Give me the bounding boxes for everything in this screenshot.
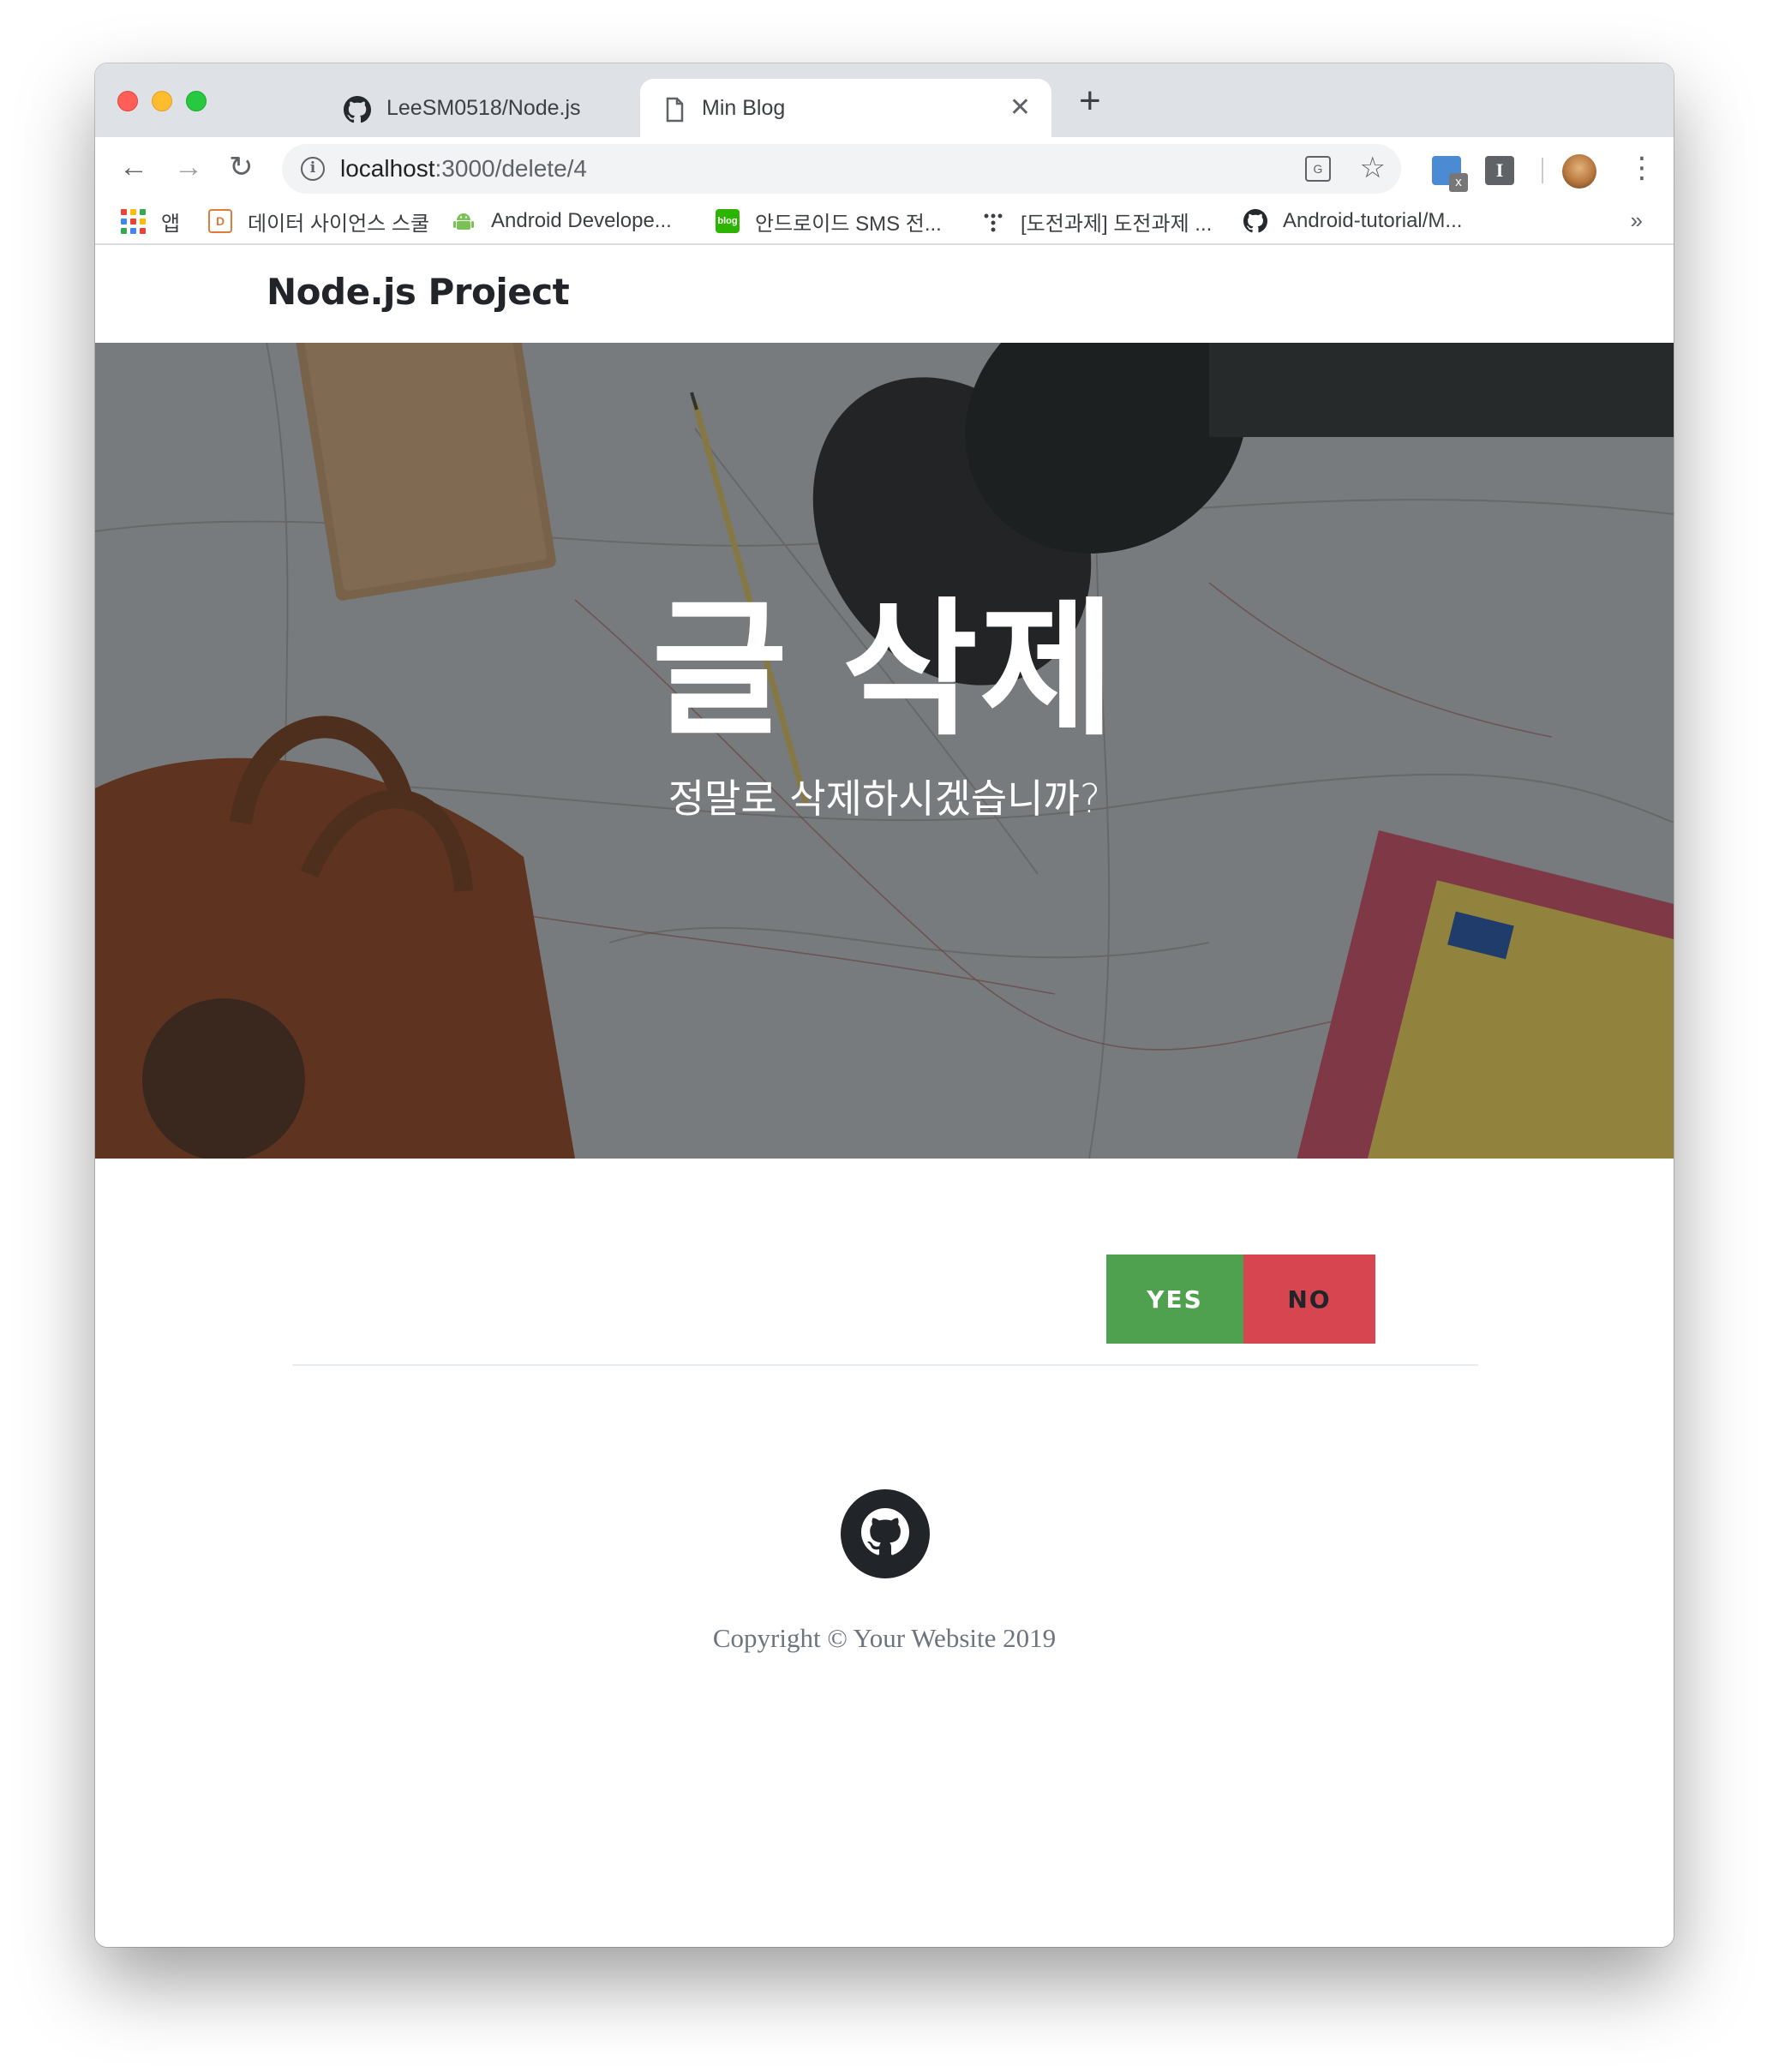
bookmark-label: Android-tutorial/M... [1283,209,1463,232]
instapaper-extension-icon[interactable]: I [1485,156,1514,185]
bookmark-label: 안드로이드 SMS 전... [755,212,942,236]
bookmark-label: Android Develope... [491,209,672,232]
confirm-button-group: YES NO [1106,1255,1375,1344]
bookmark-datascienceschool[interactable]: D 데이터 사이언스 스쿨 [208,207,430,236]
tab-title: Min Blog [702,96,786,120]
bookmark-star-icon[interactable]: ☆ [1360,151,1386,185]
address-bar[interactable]: i localhost:3000/delete/4 G ☆ [282,144,1401,194]
menu-icon[interactable]: ⋮ [1627,151,1656,185]
url-text[interactable]: localhost:3000/delete/4 [340,155,587,183]
screenshot-extension-icon[interactable]: x [1432,156,1468,192]
reload-button[interactable]: ↻ [229,153,254,182]
yes-button[interactable]: YES [1106,1255,1243,1344]
extension-badge: x [1449,173,1468,192]
no-button[interactable]: NO [1243,1255,1375,1344]
bookmark-android-sms[interactable]: blog 안드로이드 SMS 전... [716,207,942,236]
bookmark-android-tutorial[interactable]: Android-tutorial/M... [1243,207,1462,235]
site-navbar: Node.js Project [95,245,1674,343]
footer-copyright: Copyright © Your Website 2019 [712,1623,1057,1653]
bookmark-challenge[interactable]: [도전과제] 도전과제 ... [981,207,1213,236]
maximize-window-button[interactable] [186,91,207,111]
hero-header: 글 삭제 정말로 삭제하시겠습니까? [95,343,1674,1159]
github-icon [1243,209,1267,233]
site-info-icon[interactable]: i [301,157,325,181]
github-icon [344,96,371,123]
web-page: Node.js Project 글 삭제 정말로 삭제하시겠습니까? YES N… [95,245,1674,1947]
minimize-window-button[interactable] [152,91,172,111]
hero-title: 글 삭제 [651,584,1117,756]
datascienceschool-icon: D [208,209,232,233]
bookmark-android-developers[interactable]: Android Develope... [452,207,672,235]
translate-icon[interactable]: G [1305,156,1331,182]
page-icon [661,96,688,123]
site-brand[interactable]: Node.js Project [267,271,570,313]
profile-avatar[interactable] [1562,154,1596,189]
github-icon [861,1507,909,1560]
bookmark-label: [도전과제] 도전과제 ... [1021,212,1213,236]
url-host: localhost [340,155,435,182]
close-window-button[interactable] [117,91,138,111]
bookmark-label: 앱 [161,212,181,236]
tab-title: LeeSM0518/Node.js [386,96,581,120]
apps-grid-icon [121,208,146,234]
forward-button[interactable]: → [174,153,203,182]
bookmarks-bar: 앱 D 데이터 사이언스 스쿨 Android Develope... blog… [95,197,1674,245]
toolbar-divider [1542,158,1543,183]
bookmark-apps[interactable]: 앱 [121,207,181,236]
tab-strip: LeeSM0518/Node.js ✕ Min Blog ✕ + [95,63,1674,137]
footer-github-link[interactable] [841,1489,930,1578]
bookmark-label: 데이터 사이언스 스쿨 [248,212,430,236]
browser-window: LeeSM0518/Node.js ✕ Min Blog ✕ + ← → ↻ i… [95,63,1674,1947]
content-divider [292,1364,1478,1366]
browser-toolbar: ← → ↻ i localhost:3000/delete/4 G ☆ x I … [95,137,1674,197]
back-button[interactable]: ← [119,153,148,182]
hero-subtitle: 정말로 삭제하시겠습니까? [668,776,1101,822]
new-tab-button[interactable]: + [1079,82,1101,120]
naver-blog-icon: blog [716,209,740,233]
bookmarks-overflow-button[interactable]: » [1631,207,1643,234]
tab-min-blog[interactable]: Min Blog ✕ [640,79,1051,137]
tab-close-button[interactable]: ✕ [1009,94,1031,122]
dots-icon [981,209,1005,233]
android-icon [452,209,476,233]
url-path: :3000/delete/4 [434,155,588,182]
